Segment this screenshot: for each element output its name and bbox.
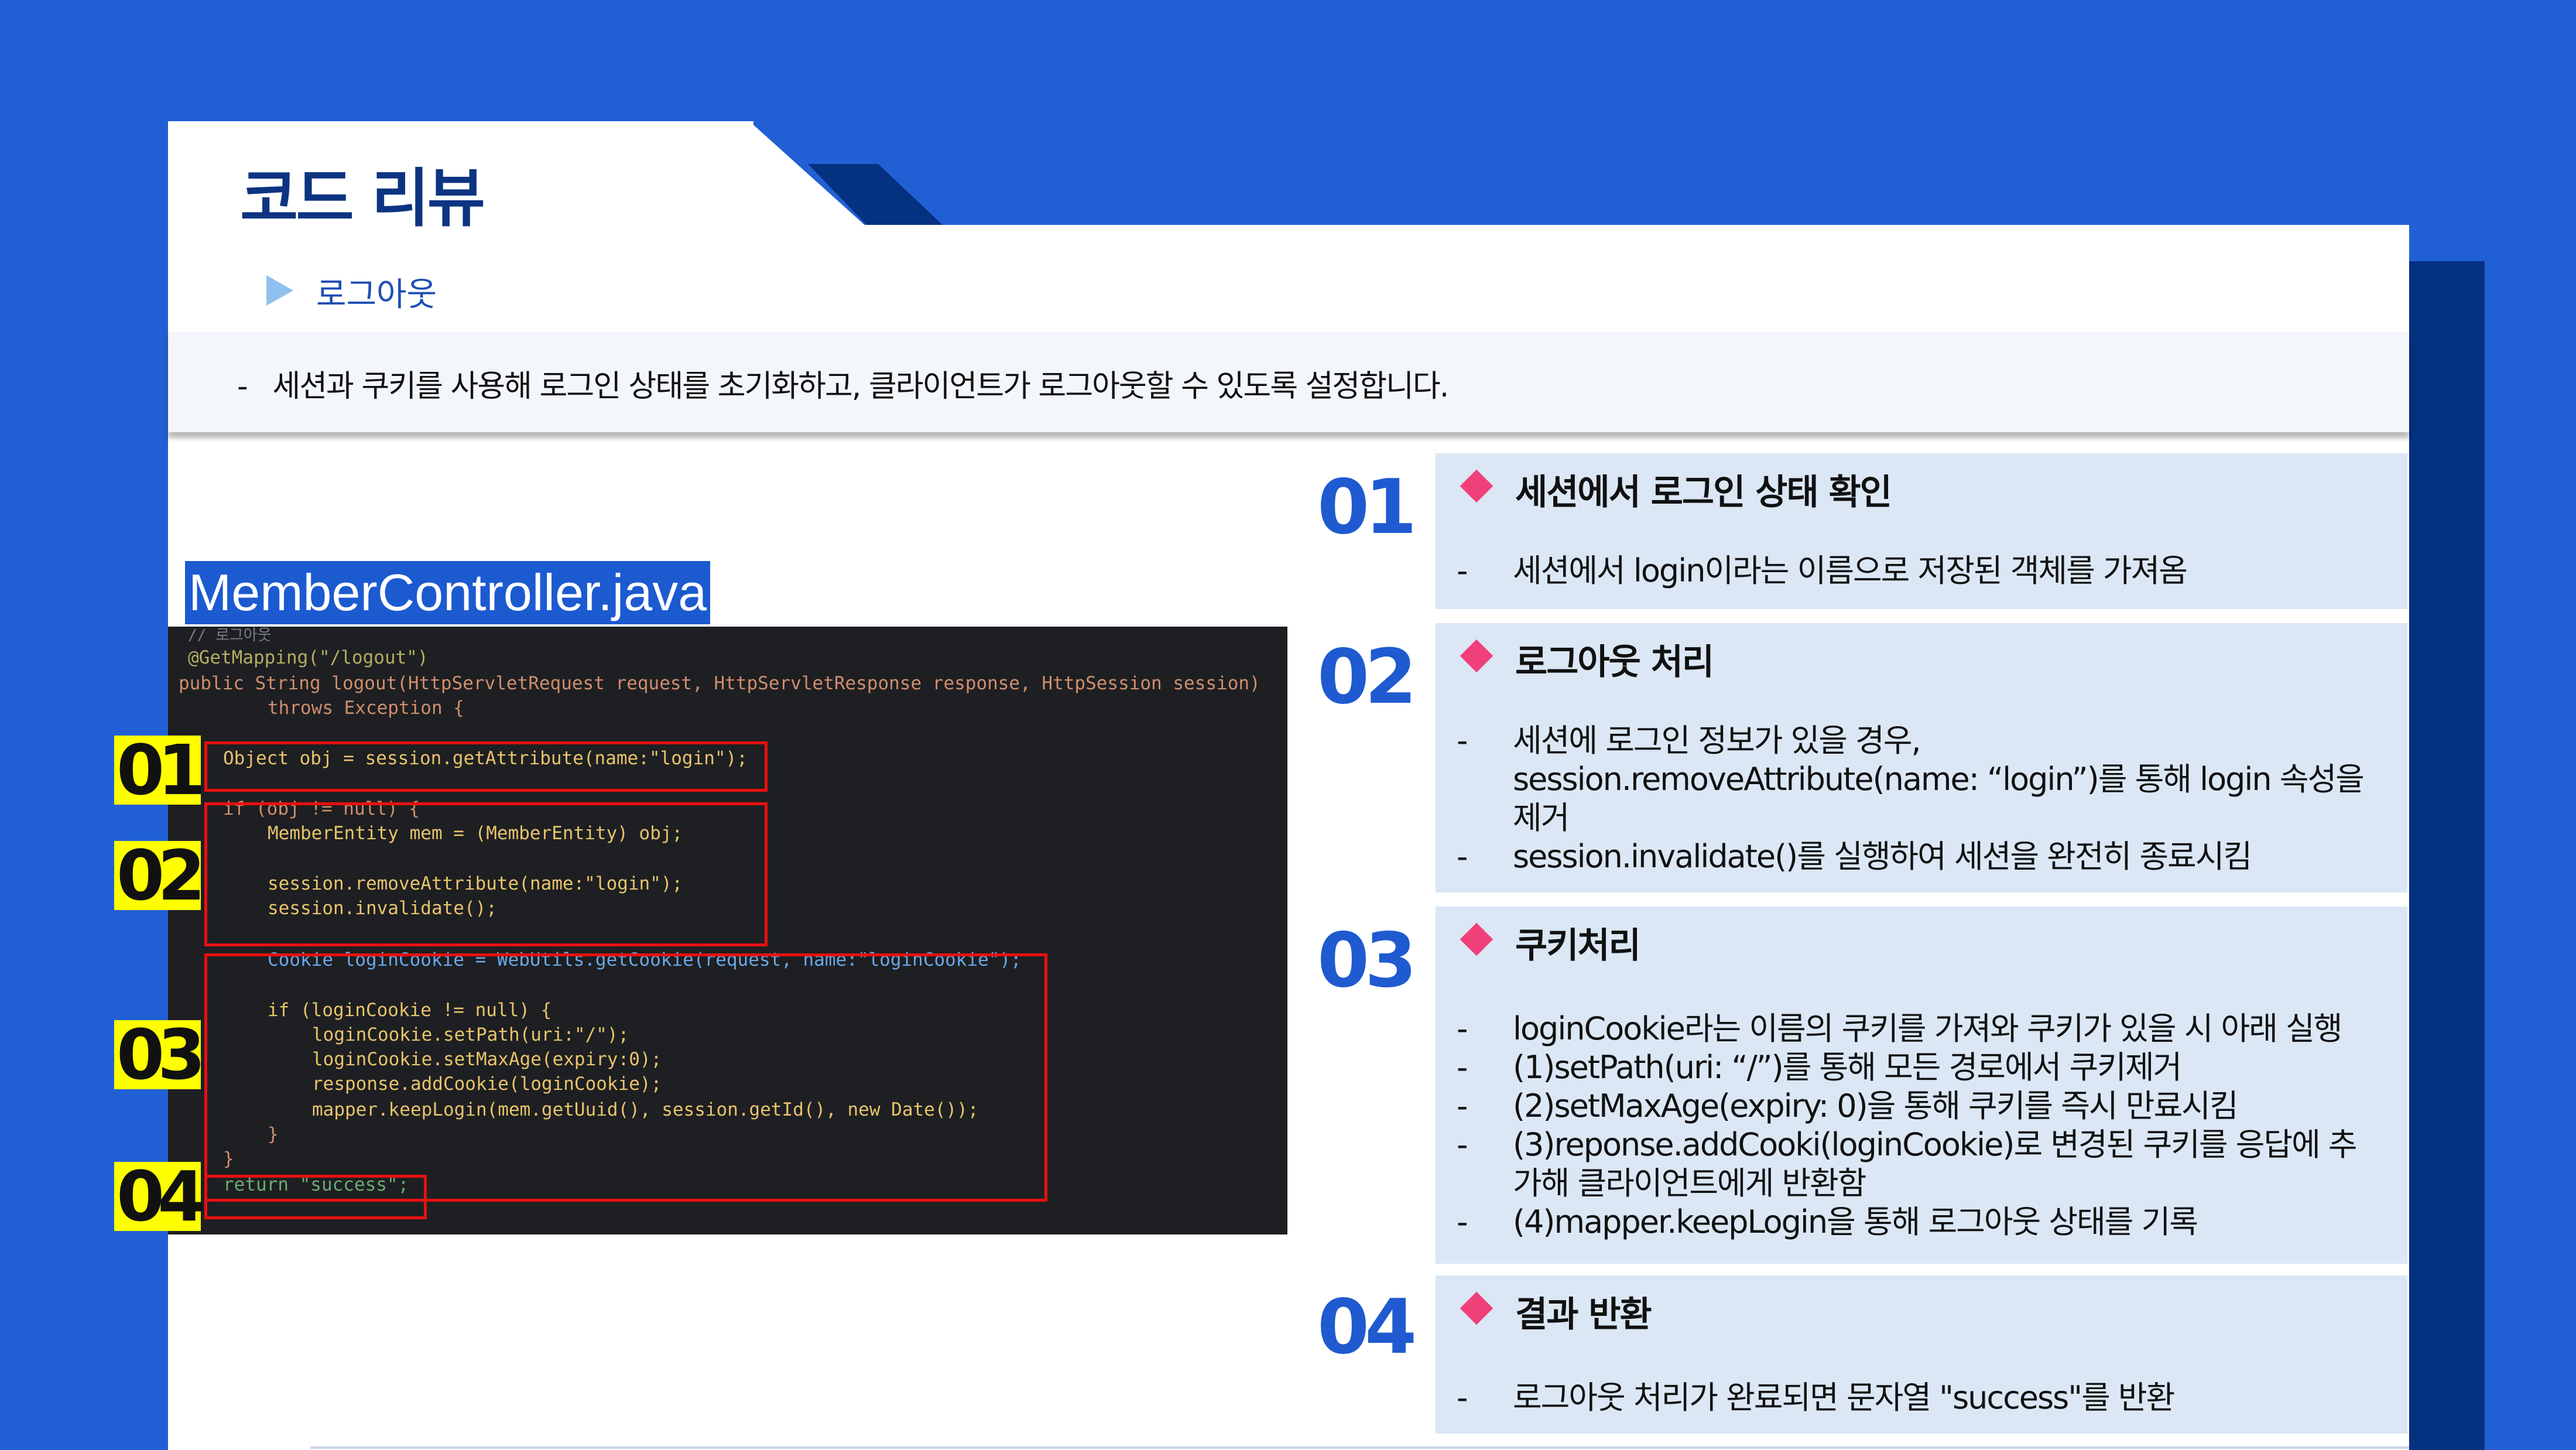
- step-bullet: 세션에 로그인 정보가 있을 경우, session.removeAttribu…: [1457, 721, 2384, 837]
- code-line: public String logout(HttpServletRequest …: [179, 673, 1260, 694]
- badge-03: 03: [114, 1020, 205, 1089]
- badge-04: 04: [114, 1162, 205, 1231]
- bottom-divider: [310, 1446, 2409, 1449]
- step-bullet: 로그아웃 처리가 완료되면 문자열 "success"를 반환: [1457, 1379, 2384, 1417]
- page-title: 코드 리뷰: [240, 162, 485, 235]
- highlight-box-03: [204, 953, 1047, 1202]
- description-text: - 세션과 쿠키를 사용해 로그인 상태를 초기화하고, 클라이언트가 로그아웃…: [237, 369, 1449, 404]
- file-name-label: MemberController.java: [185, 561, 711, 624]
- step-card-03: 쿠키처리 loginCookie라는 이름의 쿠키를 가져와 쿠키가 있을 시 …: [1436, 907, 2407, 1264]
- code-line: throws Exception {: [268, 697, 464, 719]
- step-bullets: 세션에서 login이라는 이름으로 저장된 객체를 가져옴: [1457, 552, 2384, 590]
- step-bullet: (2)setMaxAge(expiry: 0)을 통해 쿠키를 즉시 만료시킴: [1457, 1087, 2384, 1126]
- step-bullet: (1)setPath(uri: “/”)를 통해 모든 경로에서 쿠키제거: [1457, 1048, 2384, 1087]
- step-bullet: (3)reponse.addCooki(loginCookie)로 변경된 쿠키…: [1457, 1126, 2384, 1203]
- step-number-03: 03: [1317, 917, 1417, 1004]
- step-number-04: 04: [1317, 1284, 1417, 1371]
- step-bullets: 세션에 로그인 정보가 있을 경우, session.removeAttribu…: [1457, 721, 2384, 876]
- diamond-icon: [1460, 1291, 1493, 1325]
- step-bullet: loginCookie라는 이름의 쿠키를 가져와 쿠키가 있을 시 아래 실행: [1457, 1010, 2384, 1048]
- step-card-04: 결과 반환 로그아웃 처리가 완료되면 문자열 "success"를 반환: [1436, 1275, 2407, 1434]
- step-bullets: loginCookie라는 이름의 쿠키를 가져와 쿠키가 있을 시 아래 실행…: [1457, 1010, 2384, 1242]
- badge-01: 01: [114, 736, 205, 805]
- play-triangle-icon: [266, 275, 293, 306]
- step-bullet: (4)mapper.keepLogin을 통해 로그아웃 상태를 기록: [1457, 1203, 2384, 1242]
- step-title: 세션에서 로그인 상태 확인: [1515, 472, 1892, 513]
- step-title: 로그아웃 처리: [1515, 642, 1714, 683]
- step-title: 쿠키처리: [1515, 925, 1641, 966]
- section-subtitle: 로그아웃: [316, 276, 437, 314]
- diamond-icon: [1460, 639, 1493, 673]
- code-line: // 로그아웃: [188, 627, 272, 644]
- step-number-02: 02: [1317, 634, 1417, 721]
- step-card-01: 세션에서 로그인 상태 확인 세션에서 login이라는 이름으로 저장된 객체…: [1436, 453, 2407, 609]
- code-line: @GetMapping("/logout"): [188, 647, 429, 668]
- diamond-icon: [1460, 469, 1493, 503]
- highlight-box-01: [204, 741, 768, 792]
- step-number-01: 01: [1317, 464, 1417, 551]
- step-bullet: session.invalidate()를 실행하여 세션을 완전히 종료시킴: [1457, 837, 2384, 876]
- step-bullet: 세션에서 login이라는 이름으로 저장된 객체를 가져옴: [1457, 552, 2384, 590]
- highlight-box-04: [204, 1175, 427, 1219]
- highlight-box-02: [204, 802, 768, 946]
- description-body: 세션과 쿠키를 사용해 로그인 상태를 초기화하고, 클라이언트가 로그아웃할 …: [272, 369, 1449, 404]
- diamond-icon: [1460, 922, 1493, 956]
- code-block: // 로그아웃 @GetMapping("/logout") public St…: [168, 627, 1287, 1234]
- step-title: 결과 반환: [1515, 1294, 1652, 1335]
- step-card-02: 로그아웃 처리 세션에 로그인 정보가 있을 경우, session.remov…: [1436, 623, 2407, 892]
- badge-02: 02: [114, 841, 205, 910]
- step-bullets: 로그아웃 처리가 완료되면 문자열 "success"를 반환: [1457, 1379, 2384, 1417]
